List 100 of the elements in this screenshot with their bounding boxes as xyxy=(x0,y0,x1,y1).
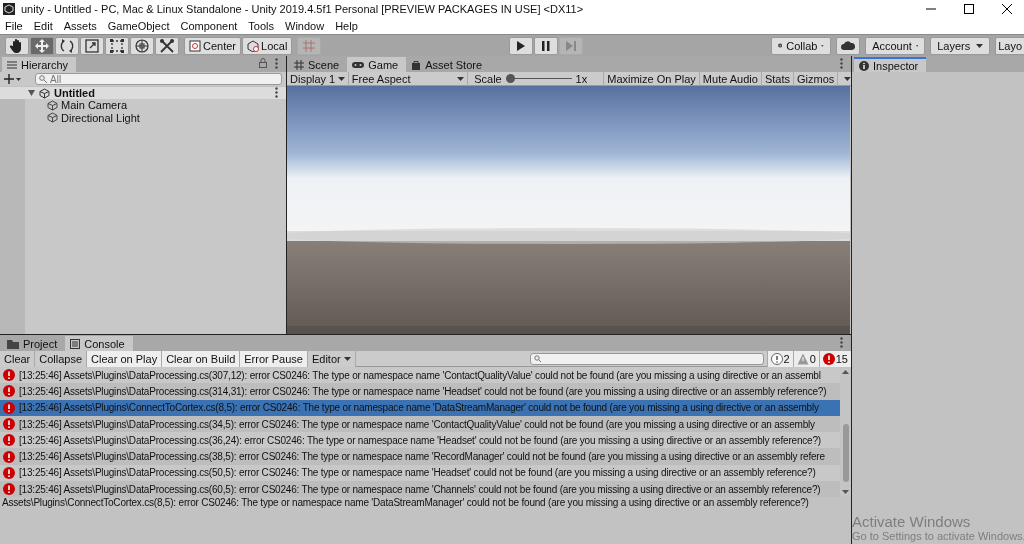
grid-hash-icon xyxy=(294,59,304,70)
pause-button[interactable] xyxy=(534,36,559,55)
scale-value: 1x xyxy=(575,72,588,85)
menu-item[interactable]: Component xyxy=(180,19,238,32)
tool-button[interactable] xyxy=(105,36,129,55)
pivot-button[interactable]: Center xyxy=(184,36,242,55)
caret-icon xyxy=(343,356,351,361)
toggle-button[interactable]: Stats xyxy=(761,71,794,86)
toggle-button[interactable]: Maximize On Play xyxy=(604,71,700,86)
grid-icon xyxy=(302,38,317,53)
log-entry[interactable]: [13:25:46] Assets\Plugins\DataProcessing.cs(38,5): error CS0246: The type or namespace name 'RecordManager' could not be found (are you missing a using directive or an assembly refere xyxy=(0,448,840,465)
error-icon xyxy=(3,369,15,382)
more-icon[interactable] xyxy=(275,86,278,98)
panel-tab[interactable]: Project xyxy=(2,336,66,351)
pause-icon xyxy=(540,39,553,52)
lock-icon[interactable] xyxy=(259,58,267,68)
search-icon xyxy=(533,354,541,362)
menu-item[interactable]: Help xyxy=(335,19,358,32)
info-icon xyxy=(859,60,869,71)
aspect-dropdown[interactable]: Free Aspect xyxy=(348,71,469,86)
cube-icon xyxy=(47,112,58,124)
tool-button[interactable] xyxy=(130,36,154,55)
caret-icon[interactable] xyxy=(844,76,851,81)
play-button[interactable] xyxy=(509,36,534,55)
warning-icon xyxy=(796,352,809,365)
menu-item[interactable]: Window xyxy=(285,19,325,32)
scale-label: Scale xyxy=(474,72,502,85)
activation-title: Activate Windows xyxy=(852,513,972,530)
tool-button[interactable] xyxy=(5,36,29,55)
pivot-center-icon xyxy=(189,39,201,52)
caret-icon xyxy=(976,43,984,48)
menu-item[interactable]: Assets xyxy=(63,19,97,32)
hierarchy-tab[interactable]: Hierarchy xyxy=(2,57,77,72)
caret-icon xyxy=(337,76,345,81)
error-icon xyxy=(3,418,15,431)
layout-dropdown[interactable]: Layo xyxy=(995,36,1024,55)
log-entry[interactable]: [13:25:46] Assets\Plugins\DataProcessing.cs(36,24): error CS0246: The type or namespace name 'Headset' could not be found (are you missing a using directive or an assembly reference?) xyxy=(0,432,840,449)
unity-scene-icon xyxy=(39,87,50,99)
log-entry[interactable]: [13:25:46] Assets\Plugins\DataProcessing.cs(60,5): error CS0246: The type or namespace name 'Channels' could not be found (are you missing a using directive or an assembly reference?) xyxy=(0,481,840,497)
add-button[interactable] xyxy=(4,74,21,84)
cube-icon xyxy=(247,39,260,52)
status-message: Assets\Plugins\ConnectToCortex.cs(8,5): error CS0246: The type or namespace name 'DataStreamManager' could not be found (are you missing a using directive or an assembly reference?) xyxy=(1,497,810,510)
transform-icon xyxy=(134,37,150,54)
tool-button[interactable] xyxy=(155,36,179,55)
error-icon xyxy=(3,385,15,398)
scene-row[interactable]: Untitled xyxy=(0,87,286,99)
search-field[interactable] xyxy=(529,352,764,365)
scale-icon xyxy=(84,37,100,54)
move-arrows-icon xyxy=(34,37,50,54)
error-icon xyxy=(3,466,15,479)
cloud-button[interactable] xyxy=(836,36,861,55)
layers-dropdown[interactable]: Layers xyxy=(930,36,991,55)
error-icon xyxy=(3,483,15,496)
info-icon xyxy=(770,352,783,365)
more-icon[interactable] xyxy=(275,57,278,69)
step-icon xyxy=(565,39,578,52)
panel-tab[interactable]: Console xyxy=(65,336,133,351)
log-entry[interactable]: [13:25:46] Assets\Plugins\DataProcessing.cs(314,31): error CS0246: The type or namespace name 'Headset' could not be found (are you missing a using directive or an assembly reference?) xyxy=(0,383,840,400)
maximize-icon[interactable] xyxy=(964,3,974,14)
close-icon[interactable] xyxy=(1002,3,1012,14)
panel-tab[interactable]: Game xyxy=(347,57,407,72)
display-dropdown[interactable]: Display 1 xyxy=(287,71,349,86)
account-dropdown[interactable]: Account xyxy=(865,36,926,55)
error-icon xyxy=(3,434,15,447)
down-arrow-icon xyxy=(842,490,849,494)
slider-thumb[interactable] xyxy=(505,74,515,83)
menu-item[interactable]: GameObject xyxy=(107,19,170,32)
error-icon xyxy=(3,450,15,463)
search-field[interactable]: All xyxy=(35,73,282,85)
panel-tab[interactable]: Asset Store xyxy=(406,57,491,72)
activation-text: Go to Settings to activate Windows. xyxy=(852,530,1024,542)
error-icon xyxy=(3,401,15,414)
more-icon[interactable] xyxy=(840,336,843,348)
menu-item[interactable]: Edit xyxy=(33,19,53,32)
plus-icon xyxy=(4,74,14,84)
log-entry[interactable]: [13:25:46] Assets\Plugins\DataProcessing.cs(307,12): error CS0246: The type or namespace name 'ContactQualityValue' could not be found (are you missing a using directive or an assembl xyxy=(0,367,840,384)
pivot-button[interactable]: Local xyxy=(242,36,293,55)
rotate-arrows-icon xyxy=(59,37,75,54)
unity-logo-icon xyxy=(3,2,15,15)
more-icon[interactable] xyxy=(840,57,843,69)
scale-slider[interactable] xyxy=(505,74,572,83)
menu-item[interactable]: File xyxy=(5,19,23,32)
tool-button[interactable] xyxy=(55,36,79,55)
toggle-button[interactable]: Gizmos xyxy=(794,71,839,86)
cloud-icon xyxy=(841,41,856,50)
caret-icon xyxy=(457,76,465,81)
panel-tab[interactable]: Scene xyxy=(289,57,348,72)
scroll-thumb[interactable] xyxy=(842,424,849,482)
hierarchy-item[interactable]: Main Camera xyxy=(0,99,286,112)
toggle-button[interactable]: Mute Audio xyxy=(699,71,762,86)
tools-icon xyxy=(159,37,175,54)
scrollbar[interactable] xyxy=(840,367,851,497)
collab-dropdown[interactable]: Collab xyxy=(771,36,832,55)
list-icon xyxy=(7,60,17,69)
inspector-tab[interactable]: Inspector xyxy=(854,57,927,72)
up-arrow-icon xyxy=(842,370,849,374)
menu-item[interactable]: Tools xyxy=(248,19,275,32)
console-icon xyxy=(70,338,81,349)
hierarchy-item[interactable]: Directional Light xyxy=(0,111,286,124)
tool-button[interactable] xyxy=(80,36,104,55)
